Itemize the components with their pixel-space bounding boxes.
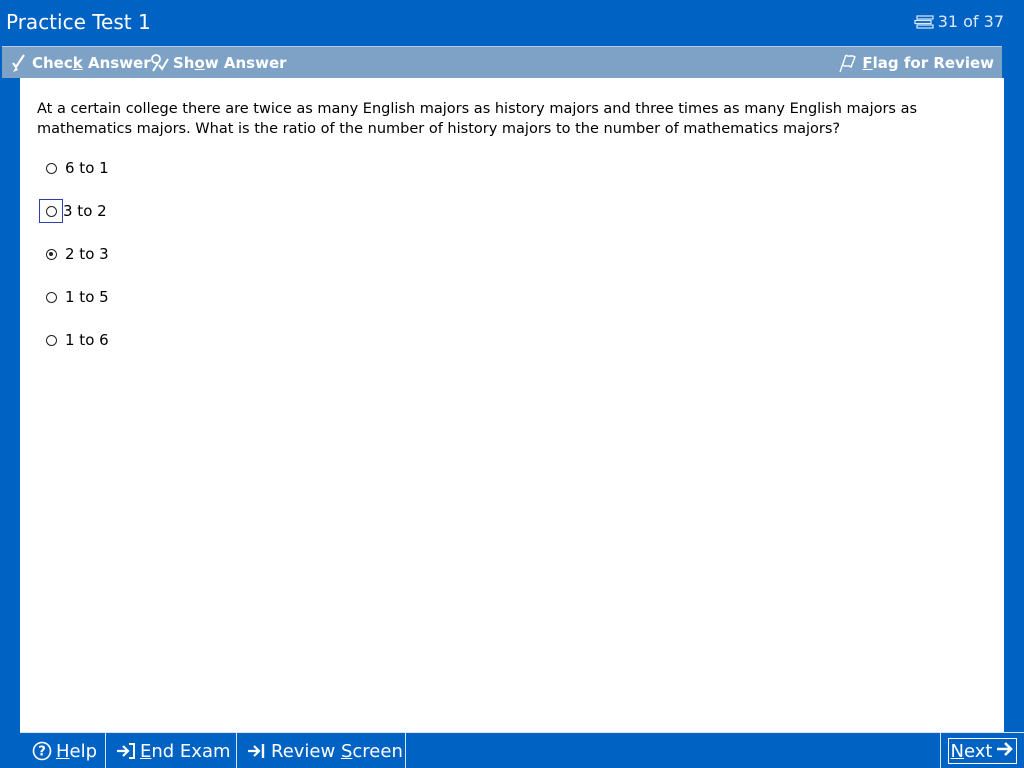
option-label: 3 to 2 (63, 202, 107, 220)
bottom-bar: ? Help End Exam Review Screen Next (20, 732, 1024, 768)
review-screen-button[interactable]: Review Screen (237, 733, 406, 768)
option-label: 1 to 6 (65, 331, 109, 349)
help-icon: ? (32, 741, 52, 761)
check-answer-label-a: Chec (32, 54, 73, 72)
help-label-hotkey: H (56, 740, 70, 762)
radio-focus-box (39, 199, 63, 223)
title-bar: Practice Test 1 31 of 37 (0, 0, 1024, 45)
arrow-right-icon (996, 740, 1014, 763)
answer-option-4[interactable]: 1 to 5 (39, 285, 109, 309)
end-exam-icon (116, 742, 136, 760)
flag-for-review-button[interactable]: Flag for Review (838, 53, 994, 73)
review-icon (247, 742, 267, 760)
check-pen-icon (10, 53, 28, 73)
end-exam-label: nd Exam (151, 740, 231, 762)
option-label: 6 to 1 (65, 159, 109, 177)
question-counter: 31 of 37 (914, 12, 1004, 31)
show-answer-icon (149, 53, 169, 73)
radio-button-selected[interactable] (45, 248, 57, 260)
list-icon (914, 14, 934, 29)
end-exam-label-hotkey: E (140, 740, 152, 762)
review-label-a: Review (271, 740, 341, 762)
svg-text:?: ? (38, 745, 46, 760)
toolbar: Check Answer Show Answer Flag for Review (2, 46, 1002, 78)
flag-icon (838, 53, 858, 73)
radio-wrap-3 (39, 242, 63, 266)
next-label-hotkey: N (950, 740, 964, 762)
counter-text: 31 of 37 (937, 12, 1004, 31)
show-answer-button[interactable]: Show Answer (149, 53, 287, 73)
answer-option-5[interactable]: 1 to 6 (39, 328, 109, 352)
app-title: Practice Test 1 (6, 10, 151, 34)
show-answer-label-b: w Answer (204, 54, 287, 72)
flag-label: lag for Review (872, 54, 994, 72)
show-answer-label-a: Sh (173, 54, 195, 72)
next-button-inner: Next (947, 738, 1018, 764)
check-answer-label-b: Answer (82, 54, 151, 72)
help-button[interactable]: ? Help (20, 733, 106, 768)
review-label-hotkey: S (340, 740, 353, 762)
radio-button[interactable] (45, 291, 57, 303)
radio-button[interactable] (45, 205, 57, 217)
next-label: ext (964, 740, 993, 762)
answer-option-2[interactable]: 3 to 2 (39, 199, 107, 223)
check-answer-button[interactable]: Check Answer (10, 53, 151, 73)
radio-button[interactable] (45, 162, 57, 174)
radio-button[interactable] (45, 334, 57, 346)
show-answer-label-hotkey: o (194, 54, 205, 72)
end-exam-button[interactable]: End Exam (106, 733, 237, 768)
next-button[interactable]: Next (940, 733, 1024, 768)
flag-label-hotkey: F (862, 54, 873, 72)
option-label: 2 to 3 (65, 245, 109, 263)
question-text: At a certain college there are twice as … (37, 101, 918, 137)
radio-wrap-4 (39, 285, 63, 309)
option-label: 1 to 5 (65, 288, 109, 306)
radio-wrap-5 (39, 328, 63, 352)
review-label-b: creen (352, 740, 403, 762)
radio-wrap-1 (39, 156, 63, 180)
help-label: elp (69, 740, 98, 762)
question-panel: At a certain college there are twice as … (20, 78, 1004, 732)
answer-option-3[interactable]: 2 to 3 (39, 242, 109, 266)
answer-option-1[interactable]: 6 to 1 (39, 156, 109, 180)
check-answer-label-hotkey: k (72, 54, 83, 72)
